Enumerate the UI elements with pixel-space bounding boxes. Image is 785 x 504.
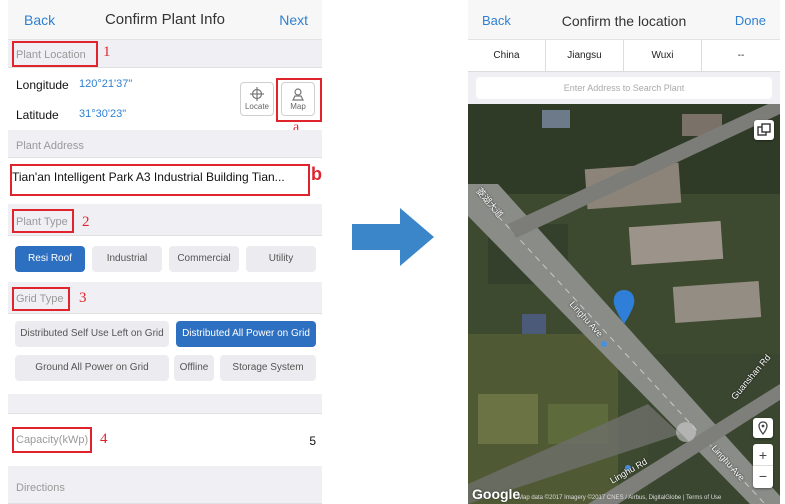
- google-logo: Google: [472, 486, 521, 502]
- plant-type-utility[interactable]: Utility: [246, 246, 316, 272]
- annotation-box-1: [12, 41, 98, 67]
- plant-type-options: Resi Roof Industrial Commercial Utility: [8, 236, 322, 282]
- plant-address-label: Plant Address: [16, 140, 84, 152]
- zoom-in-button[interactable]: +: [753, 444, 773, 466]
- crosshair-icon: [250, 87, 264, 101]
- page-title: Confirm the location: [561, 13, 687, 29]
- nav-bar: Back Confirm Plant Info Next: [8, 0, 322, 40]
- satellite-map[interactable]: [468, 104, 780, 504]
- address-search-input[interactable]: Enter Address to Search Plant: [476, 77, 772, 99]
- location-row: Longitude 120°21'37" Latitude 31°30'23" …: [8, 68, 322, 128]
- confirm-location-screen: Back Confirm the location Done China Jia…: [468, 0, 780, 504]
- grid-type-options: Distributed Self Use Left on Grid Distri…: [8, 314, 322, 394]
- grid-type-all-power[interactable]: Distributed All Power on Grid: [176, 321, 316, 347]
- annotation-box-a: [276, 78, 322, 122]
- annotation-marker-2: 2: [82, 214, 90, 230]
- annotation-marker-b: b: [311, 164, 322, 184]
- annotation-box-2: [12, 209, 74, 233]
- zoom-controls: + −: [753, 444, 773, 488]
- nav-bar: Back Confirm the location Done: [468, 0, 780, 40]
- longitude-value: 120°21'37": [79, 78, 133, 90]
- plant-type-resi-roof[interactable]: Resi Roof: [15, 246, 85, 272]
- grid-type-ground[interactable]: Ground All Power on Grid: [15, 355, 169, 381]
- plant-type-industrial[interactable]: Industrial: [92, 246, 162, 272]
- grid-type-self-use[interactable]: Distributed Self Use Left on Grid: [15, 321, 169, 347]
- latitude-value: 31°30'23": [79, 108, 127, 120]
- search-bar: Enter Address to Search Plant: [468, 72, 780, 104]
- annotation-box-3: [12, 287, 70, 311]
- annotation-marker-3: 3: [79, 290, 87, 306]
- grid-type-offline[interactable]: Offline: [174, 355, 214, 381]
- directions-label: Directions: [16, 482, 65, 494]
- layers-button[interactable]: [754, 120, 774, 140]
- arrow-right-icon: [352, 208, 434, 266]
- annotation-box-4: [12, 427, 92, 453]
- layers-icon: [757, 123, 771, 136]
- longitude-label: Longitude: [16, 78, 69, 92]
- plant-type-commercial[interactable]: Commercial: [169, 246, 239, 272]
- directions-header: Directions: [8, 466, 322, 504]
- locate-button[interactable]: Locate: [240, 82, 274, 116]
- region-district[interactable]: --: [702, 40, 780, 72]
- latitude-label: Latitude: [16, 108, 59, 122]
- region-city[interactable]: Wuxi: [624, 40, 702, 72]
- region-country[interactable]: China: [468, 40, 546, 72]
- annotation-box-b: [10, 164, 310, 196]
- capacity-value[interactable]: 5: [309, 434, 316, 448]
- plant-address-header: Plant Address: [8, 130, 322, 158]
- next-button[interactable]: Next: [279, 12, 308, 28]
- zoom-out-button[interactable]: −: [753, 466, 773, 487]
- grid-type-storage[interactable]: Storage System: [220, 355, 316, 381]
- page-title: Confirm Plant Info: [104, 11, 226, 28]
- plant-info-screen: Back Confirm Plant Info Next Plant Locat…: [8, 0, 322, 504]
- annotation-marker-1: 1: [103, 44, 111, 60]
- location-icon: [758, 421, 768, 436]
- annotation-marker-4: 4: [100, 431, 108, 447]
- region-selector: China Jiangsu Wuxi --: [468, 40, 780, 72]
- my-location-button[interactable]: [753, 418, 773, 438]
- region-province[interactable]: Jiangsu: [546, 40, 624, 72]
- done-button[interactable]: Done: [735, 13, 766, 28]
- map-attribution[interactable]: Map data ©2017 Imagery ©2017 CNES / Airb…: [518, 495, 721, 501]
- locate-label: Locate: [244, 102, 270, 111]
- spacer-section: [8, 394, 322, 414]
